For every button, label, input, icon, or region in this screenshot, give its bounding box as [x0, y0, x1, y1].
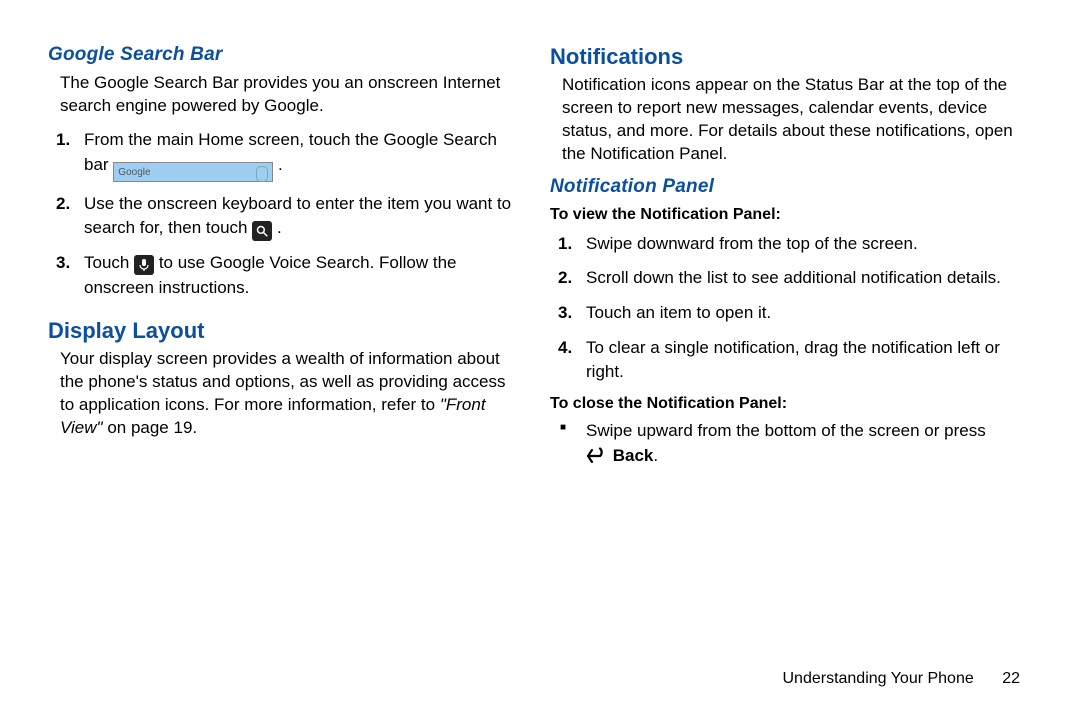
dl-text-a: Your display screen provides a wealth of…	[60, 349, 506, 414]
np-step-4: 4.To clear a single notification, drag t…	[586, 336, 1028, 385]
back-icon	[586, 447, 608, 473]
np-step-3-text: Touch an item to open it.	[586, 303, 771, 322]
step-2-text-a: Use the onscreen keyboard to enter the i…	[84, 194, 511, 238]
np-step-1: 1.Swipe downward from the top of the scr…	[586, 232, 1028, 257]
heading-google-search-bar: Google Search Bar	[48, 44, 518, 66]
sub-view-panel: To view the Notification Panel:	[550, 206, 1028, 224]
dl-text-b: on page 19.	[107, 418, 197, 437]
close-text-b: .	[653, 446, 658, 465]
back-label: Back	[613, 446, 654, 465]
close-panel-bullet: Swipe upward from the bottom of the scre…	[550, 419, 1028, 472]
search-icon	[252, 221, 272, 241]
heading-display-layout: Display Layout	[48, 318, 518, 344]
step-1-text-b: .	[278, 155, 283, 174]
close-text-a: Swipe upward from the bottom of the scre…	[586, 421, 986, 440]
np-step-1-text: Swipe downward from the top of the scree…	[586, 234, 918, 253]
view-panel-steps: 1.Swipe downward from the top of the scr…	[550, 232, 1028, 385]
np-step-2-text: Scroll down the list to see additional n…	[586, 268, 1001, 287]
np-step-4-text: To clear a single notification, drag the…	[586, 338, 1000, 382]
step-2: 2. Use the onscreen keyboard to enter th…	[84, 192, 518, 242]
gsb-intro: The Google Search Bar provides you an on…	[48, 72, 518, 118]
footer-chapter: Understanding Your Phone	[782, 670, 973, 687]
google-search-bar-icon: Google	[113, 162, 273, 182]
heading-notification-panel: Notification Panel	[550, 176, 1028, 198]
step-3: 3. Touch to use Google Voice Search. Fol…	[84, 251, 518, 300]
display-layout-text: Your display screen provides a wealth of…	[48, 348, 518, 440]
page-footer: Understanding Your Phone 22	[782, 670, 1020, 688]
step-3-text-a: Touch	[84, 253, 134, 272]
np-step-3: 3.Touch an item to open it.	[586, 301, 1028, 326]
step-2-text-b: .	[277, 218, 282, 237]
sub-close-panel: To close the Notification Panel:	[550, 395, 1028, 413]
footer-page-number: 22	[1002, 670, 1020, 687]
notifications-intro: Notification icons appear on the Status …	[550, 74, 1028, 166]
heading-notifications: Notifications	[550, 44, 1028, 70]
mic-icon	[134, 255, 154, 275]
gsb-steps: 1. From the main Home screen, touch the …	[48, 128, 518, 301]
step-1: 1. From the main Home screen, touch the …	[84, 128, 518, 182]
close-bullet-1: Swipe upward from the bottom of the scre…	[586, 419, 1028, 472]
np-step-2: 2.Scroll down the list to see additional…	[586, 266, 1028, 291]
